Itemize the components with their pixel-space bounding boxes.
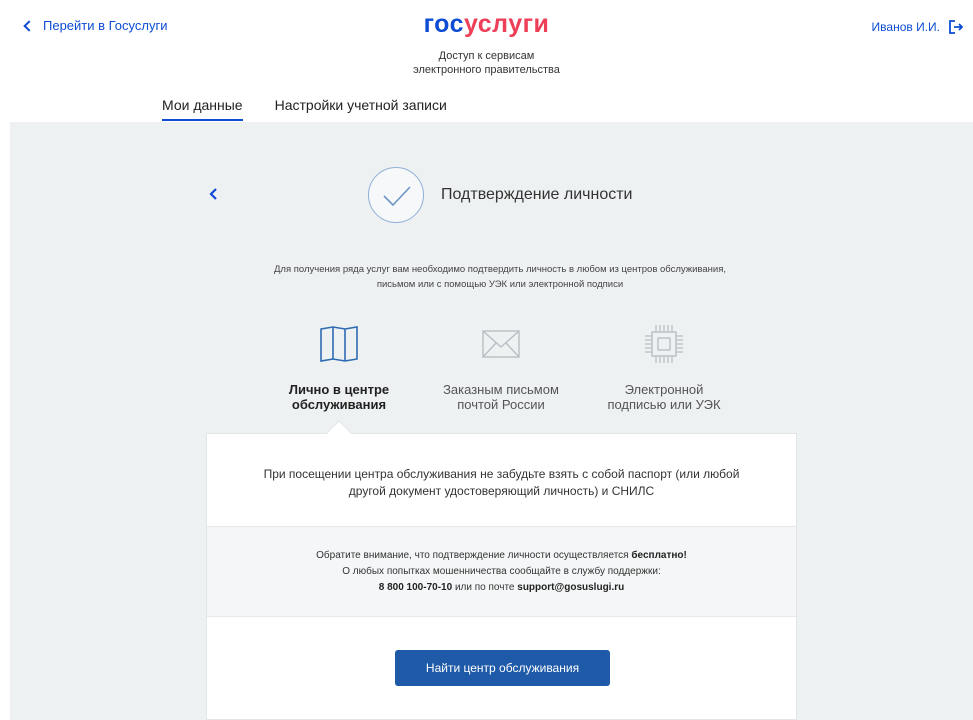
intro-text: Для получения ряда услуг вам необходимо … xyxy=(220,262,780,292)
option-esign-uek[interactable]: Электронной подписью или УЭК xyxy=(589,320,739,412)
tab-my-data[interactable]: Мои данные xyxy=(162,97,243,121)
user-name: Иванов И.И. xyxy=(871,20,940,34)
notice-contacts: 8 800 100-70-10 или по почте support@gos… xyxy=(207,580,796,596)
book-map-icon xyxy=(320,326,358,362)
find-service-center-button[interactable]: Найти центр обслуживания xyxy=(395,650,610,686)
intro-line-1: Для получения ряда услуг вам необходимо … xyxy=(274,264,726,275)
logout-icon[interactable] xyxy=(949,20,963,34)
option-registered-mail[interactable]: Заказным письмом почтой России xyxy=(426,320,576,412)
header: Перейти в Госуслуги госуслуги Доступ к с… xyxy=(0,0,973,122)
option-in-person-line-1: Лично в центре xyxy=(288,382,390,397)
intro-line-2: письмом или с помощью УЭК или электронно… xyxy=(376,279,624,290)
option-esign-line-1: Электронной xyxy=(624,382,704,397)
support-phone[interactable]: 8 800 100-70-10 xyxy=(379,582,452,593)
notice-free: бесплатно! xyxy=(631,550,687,561)
reminder-text: При посещении центра обслуживания не заб… xyxy=(207,434,796,526)
envelope-icon xyxy=(482,330,520,358)
account-tabs: Мои данные Настройки учетной записи xyxy=(162,97,447,121)
option-in-person-line-2: обслуживания xyxy=(291,397,387,412)
tab-account-settings[interactable]: Настройки учетной записи xyxy=(275,97,447,121)
reminder-line-1: При посещении центра обслуживания не заб… xyxy=(263,467,740,481)
option-esign-line-2: подписью или УЭК xyxy=(607,397,721,412)
logo-part-gos: гос xyxy=(423,10,464,38)
header-subtitle: Доступ к сервисам электронного правитель… xyxy=(0,49,973,77)
check-circle-icon xyxy=(368,167,424,223)
subtitle-line-1: Доступ к сервисам xyxy=(438,50,535,62)
notice-text: Обратите внимание, что подтверждение лич… xyxy=(316,550,629,561)
logo-part-uslugi: услуги xyxy=(464,10,550,38)
notice-line-1: Обратите внимание, что подтверждение лич… xyxy=(207,548,796,564)
page-title: Подтверждение личности xyxy=(441,186,633,203)
gosuslugi-logo: госуслуги xyxy=(0,10,973,39)
option-mail-line-2: почтой России xyxy=(457,397,545,412)
support-notice: Обратите внимание, что подтверждение лич… xyxy=(207,526,796,617)
notice-line-2: О любых попытках мошенничества сообщайте… xyxy=(342,566,661,577)
option-in-person[interactable]: Лично в центре обслуживания xyxy=(264,320,414,412)
user-menu[interactable]: Иванов И.И. xyxy=(872,20,963,34)
info-card: При посещении центра обслуживания не заб… xyxy=(206,433,797,720)
subtitle-line-2: электронного правительства xyxy=(413,64,560,76)
or-mail-text: или по почте xyxy=(454,582,515,593)
support-email[interactable]: support@gosuslugi.ru xyxy=(517,582,624,593)
card-actions: Найти центр обслуживания xyxy=(207,617,796,719)
option-mail-line-1: Заказным письмом xyxy=(443,382,559,397)
back-arrow-icon[interactable] xyxy=(208,187,218,201)
chip-icon xyxy=(645,325,683,363)
reminder-line-2: другой документ удостоверяющий личность)… xyxy=(348,484,655,498)
